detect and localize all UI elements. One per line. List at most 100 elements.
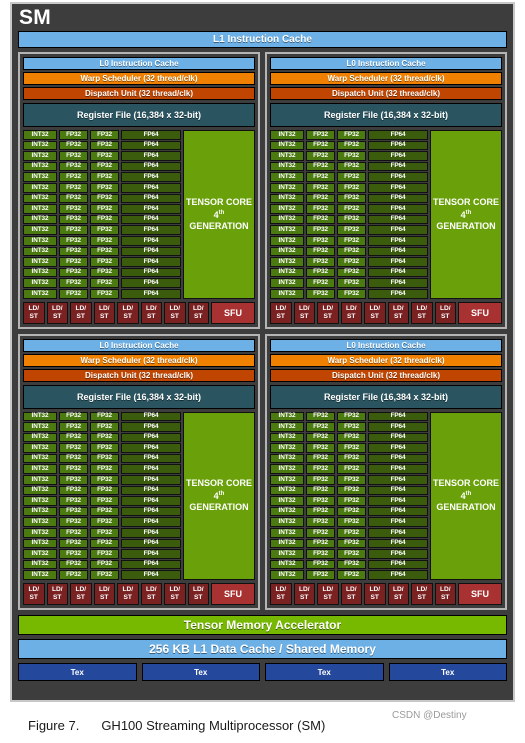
fp32-column-b-cell: FP32 <box>337 453 366 464</box>
fp64-column-cell: FP64 <box>368 422 428 432</box>
fp32-column-b-cell: FP32 <box>90 235 119 246</box>
tex-unit: Tex <box>141 663 260 681</box>
fp64-column-cell: FP64 <box>368 130 428 140</box>
ldst-unit: LD/ST <box>46 583 68 605</box>
int32-column-cell: INT32 <box>270 475 304 485</box>
int32-column-cell: INT32 <box>270 161 304 172</box>
fp64-column-cell: FP64 <box>368 538 428 549</box>
fp32-column-a-cell: FP32 <box>59 496 88 506</box>
fp32-column-a-cell: FP32 <box>59 278 88 288</box>
load-store-row: LD/ST LD/ST LD/ST LD/ST LD/ST LD/ST LD/ST LD/ST… <box>23 301 255 324</box>
fp64-column-cell: FP64 <box>368 214 428 225</box>
fp64-column-cell: FP64 <box>121 432 181 443</box>
fp64-column-cell: FP64 <box>368 225 428 235</box>
ldst-unit: LD/ST <box>364 301 386 324</box>
fp32-column-b-cell: FP32 <box>90 411 119 422</box>
sfu-unit: SFU <box>211 583 255 605</box>
ldst-unit: LD/ST <box>187 583 209 605</box>
int32-column-cell: INT32 <box>270 506 304 517</box>
fp32-column-a-cell: FP32 <box>59 225 88 235</box>
fp32-column-b-cell: FP32 <box>90 559 119 570</box>
fp32-column-b-cell: FP32 <box>90 246 119 257</box>
int32-column-cell: INT32 <box>270 422 304 432</box>
int32-column-cell: INT32 <box>270 235 304 246</box>
fp64-column-cell: FP64 <box>368 570 428 580</box>
processing-block: L0 Instruction Cache Warp Scheduler (32 t… <box>265 333 507 610</box>
fp32-column-a-cell: FP32 <box>59 130 88 140</box>
fp64-column-cell: FP64 <box>121 193 181 204</box>
fp32-column-b-cell: FP32 <box>90 496 119 506</box>
fp32-column-b-cell: FP32 <box>337 130 366 140</box>
fp64-column-cell: FP64 <box>368 172 428 182</box>
int32-column-cell: INT32 <box>23 432 57 443</box>
fp32-column-b-cell: FP32 <box>337 517 366 528</box>
fp64-column-cell: FP64 <box>121 411 181 422</box>
dispatch-unit-bar: Dispatch Unit (32 thread/clk) <box>270 368 502 382</box>
fp64-column-cell: FP64 <box>121 506 181 517</box>
ldst-label-bottom: ST <box>276 594 285 601</box>
ldst-unit: LD/ST <box>93 583 115 605</box>
int32-column-cell: INT32 <box>23 443 57 453</box>
fp32-column-b-cell: FP32 <box>337 432 366 443</box>
fp32-column-b-cell: FP32 <box>90 225 119 235</box>
fp32-column-a-cell: FP32 <box>306 193 335 204</box>
fp32-column-b-cell: FP32 <box>337 257 366 267</box>
tensor-core-line1: TENSOR CORE <box>186 478 253 489</box>
ldst-unit: LD/ST <box>140 583 162 605</box>
ldst-label-top: LD/ <box>298 586 310 593</box>
ldst-unit: LD/ST <box>387 583 409 605</box>
fp32-column-a: FP32 FP32 FP32 FP32 FP32 FP32 FP32 FP32 FP32 FP32… <box>59 411 88 580</box>
fp32-column-b: FP32 FP32 FP32 FP32 FP32 FP32 FP32 FP32 FP32 FP32… <box>337 411 366 580</box>
int32-column-cell: INT32 <box>23 528 57 538</box>
fp32-column-a-cell: FP32 <box>59 443 88 453</box>
int32-column-cell: INT32 <box>270 182 304 193</box>
fp32-column-a-cell: FP32 <box>59 235 88 246</box>
int32-column-cell: INT32 <box>23 214 57 225</box>
fp32-column-a-cell: FP32 <box>59 411 88 422</box>
fp32-column-a-cell: FP32 <box>59 422 88 432</box>
ldst-label-bottom: ST <box>300 594 309 601</box>
fp32-column-b-cell: FP32 <box>337 496 366 506</box>
tex-units-row: Tex Tex Tex Tex <box>18 663 507 681</box>
fp32-column-a-cell: FP32 <box>306 214 335 225</box>
fp64-column: FP64 FP64 FP64 FP64 FP64 FP64 FP64 FP64 FP64 FP64… <box>368 411 428 580</box>
fp64-column-cell: FP64 <box>121 182 181 193</box>
ldst-label-top: LD/ <box>28 586 40 593</box>
ldst-unit: LD/ST <box>93 301 115 324</box>
ldst-label-bottom: ST <box>370 312 379 320</box>
int32-column-cell: INT32 <box>23 235 57 246</box>
fp32-column-a-cell: FP32 <box>306 411 335 422</box>
tensor-core: TENSOR CORE 4th GENERATION <box>183 411 255 580</box>
int32-column-cell: INT32 <box>270 140 304 151</box>
ldst-unit: LD/ST <box>387 301 409 324</box>
fp64-column-cell: FP64 <box>121 538 181 549</box>
int32-column-cell: INT32 <box>270 257 304 267</box>
int32-column-cell: INT32 <box>270 453 304 464</box>
fp32-column-b-cell: FP32 <box>90 464 119 475</box>
ldst-label-top: LD/ <box>369 586 381 593</box>
fp32-column-b-cell: FP32 <box>337 182 366 193</box>
fp32-column-a-cell: FP32 <box>59 246 88 257</box>
fp64-column-cell: FP64 <box>368 246 428 257</box>
ldst-label-top: LD/ <box>98 586 110 593</box>
fp64-column-cell: FP64 <box>368 257 428 267</box>
l0-instruction-cache-bar: L0 Instruction Cache <box>23 338 255 352</box>
ldst-label-top: LD/ <box>322 586 334 593</box>
tex-unit: Tex <box>18 663 137 681</box>
ldst-label-bottom: ST <box>53 594 62 601</box>
fp64-column-cell: FP64 <box>121 130 181 140</box>
int32-column-cell: INT32 <box>23 475 57 485</box>
ldst-label-top: LD/ <box>75 304 87 312</box>
l1-data-cache-bar: 256 KB L1 Data Cache / Shared Memory <box>18 639 507 659</box>
warp-scheduler-bar: Warp Scheduler (32 thread/clk) <box>23 72 255 85</box>
fp32-column-b-cell: FP32 <box>90 432 119 443</box>
fp32-column-b-cell: FP32 <box>90 453 119 464</box>
ldst-label-bottom: ST <box>417 312 426 320</box>
ldst-label-bottom: ST <box>394 594 403 601</box>
figure-title: GH100 Streaming Multiprocessor (SM) <box>101 718 326 733</box>
ldst-label-top: LD/ <box>75 586 87 593</box>
int32-column-cell: INT32 <box>23 411 57 422</box>
ldst-unit: LD/ST <box>70 301 92 324</box>
fp32-column-a-cell: FP32 <box>306 130 335 140</box>
fp32-column-b-cell: FP32 <box>90 475 119 485</box>
